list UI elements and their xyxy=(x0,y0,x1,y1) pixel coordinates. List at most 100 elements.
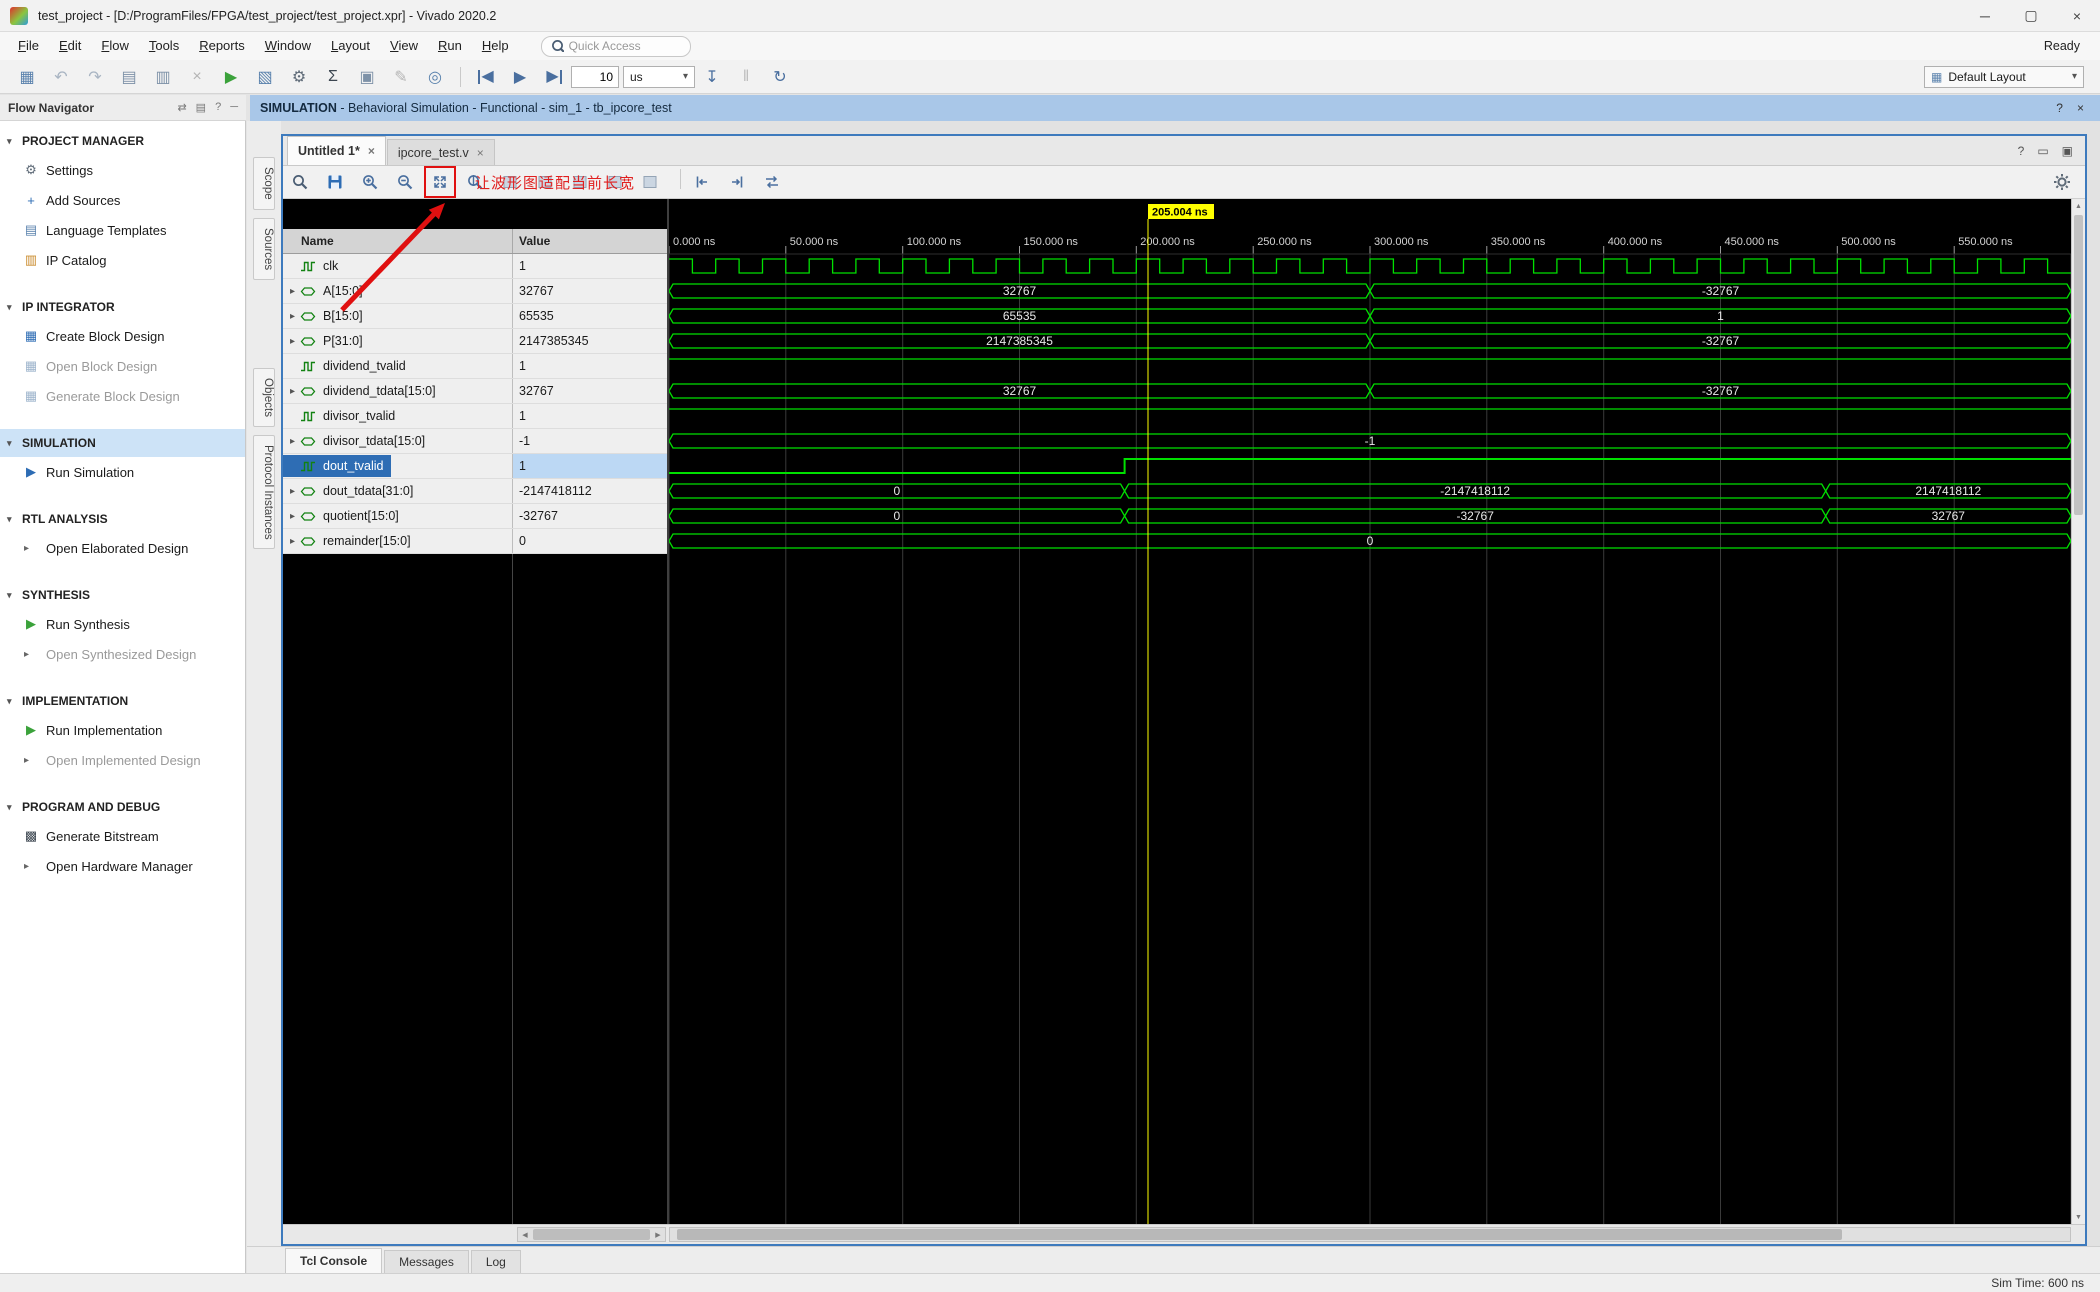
scroll-down-icon[interactable]: ▼ xyxy=(2072,1210,2085,1224)
flow-item-run-synthesis[interactable]: ▶ Run Synthesis xyxy=(0,609,245,639)
run-icon[interactable]: ▶ xyxy=(214,64,248,90)
layout-selector[interactable]: ▦ Default Layout ▾ xyxy=(1924,65,2084,88)
signal-row-dout-tdata-31-0[interactable]: ▸ dout_tdata[31:0] -2147418112 xyxy=(283,479,667,504)
expand-chevron-icon[interactable]: ▸ xyxy=(285,436,300,447)
menu-flow[interactable]: Flow xyxy=(91,32,138,60)
expand-chevron-icon[interactable]: ▸ xyxy=(285,386,300,397)
save-waveform-icon[interactable] xyxy=(322,169,348,195)
expand-chevron-icon[interactable]: ▸ xyxy=(285,311,300,322)
open-project-icon[interactable]: ▦ xyxy=(10,64,44,90)
flow-section-header-ip-integrator[interactable]: ▾ IP INTEGRATOR xyxy=(0,293,245,321)
editor-float-icon[interactable]: ▭ xyxy=(2037,144,2048,158)
flow-item-generate-bitstream[interactable]: ▩ Generate Bitstream xyxy=(0,821,245,851)
undo-icon[interactable]: ↶ xyxy=(44,64,78,90)
menu-file[interactable]: File xyxy=(8,32,49,60)
float-ruler-icon[interactable] xyxy=(637,169,663,195)
flow-item-run-simulation[interactable]: ▶ Run Simulation xyxy=(0,457,245,487)
menu-view[interactable]: View xyxy=(380,32,428,60)
menu-help[interactable]: Help xyxy=(472,32,519,60)
settings-gear-icon[interactable]: ⚙ xyxy=(282,64,316,90)
side-tab-objects[interactable]: Objects xyxy=(253,367,275,427)
edit-icon[interactable]: ✎ xyxy=(384,64,418,90)
flow-item-create-block-design[interactable]: ▦ Create Block Design xyxy=(0,321,245,351)
quick-access-search[interactable]: Quick Access xyxy=(540,35,691,57)
board-icon[interactable]: ▣ xyxy=(350,64,384,90)
flow-item-add-sources[interactable]: + Add Sources xyxy=(0,185,245,215)
scroll-right-icon[interactable]: ▶ xyxy=(651,1231,665,1239)
signal-row-dividend-tvalid[interactable]: dividend_tvalid 1 xyxy=(283,354,667,379)
pause-icon[interactable]: ‖ xyxy=(729,64,763,90)
menu-run[interactable]: Run xyxy=(428,32,472,60)
copy-icon[interactable]: ▤ xyxy=(112,64,146,90)
fn-collapse-icon[interactable]: ─ xyxy=(230,101,238,114)
flow-item-open-elaborated-design[interactable]: ▸ Open Elaborated Design xyxy=(0,533,245,563)
signal-row-dout-tvalid[interactable]: dout_tvalid 1 xyxy=(283,454,667,479)
console-tab-messages[interactable]: Messages xyxy=(384,1250,469,1273)
goto-first-transition-icon[interactable] xyxy=(689,169,715,195)
run-time-input[interactable] xyxy=(571,65,619,88)
editor-tab-untitled-1[interactable]: Untitled 1* × xyxy=(287,136,386,165)
table-horizontal-scrollbar[interactable]: ◀ ▶ xyxy=(517,1227,666,1242)
zoom-fit-icon[interactable] xyxy=(424,166,456,198)
signal-row-remainder-15-0[interactable]: ▸ remainder[15:0] 0 xyxy=(283,529,667,554)
scroll-up-icon[interactable]: ▲ xyxy=(2072,199,2085,213)
menu-reports[interactable]: Reports xyxy=(189,32,255,60)
close-button[interactable]: × xyxy=(2054,0,2100,32)
scroll-left-icon[interactable]: ◀ xyxy=(518,1231,532,1239)
fn-list-icon[interactable]: ▤ xyxy=(196,101,206,114)
swap-cursor-icon[interactable] xyxy=(759,169,785,195)
relaunch-icon[interactable]: ↻ xyxy=(763,64,797,90)
tab-close-icon[interactable]: × xyxy=(368,144,375,158)
flow-item-open-hardware-manager[interactable]: ▸ Open Hardware Manager xyxy=(0,851,245,881)
signal-row-p-31-0[interactable]: ▸ P[31:0] 2147385345 xyxy=(283,329,667,354)
signal-row-divisor-tvalid[interactable]: divisor_tvalid 1 xyxy=(283,404,667,429)
flow-item-run-implementation[interactable]: ▶ Run Implementation xyxy=(0,715,245,745)
flow-item-language-templates[interactable]: ▤ Language Templates xyxy=(0,215,245,245)
fn-help-icon[interactable]: ? xyxy=(215,101,221,114)
ctx-close-icon[interactable]: × xyxy=(2077,101,2084,115)
signal-row-b-15-0[interactable]: ▸ B[15:0] 65535 xyxy=(283,304,667,329)
wave-scrollbar-thumb[interactable] xyxy=(677,1229,1842,1240)
timing-icon[interactable]: ▧ xyxy=(248,64,282,90)
expand-chevron-icon[interactable]: ▸ xyxy=(285,286,300,297)
expand-chevron-icon[interactable]: ▸ xyxy=(285,511,300,522)
zoom-out-icon[interactable] xyxy=(392,169,418,195)
maximize-button[interactable]: ▢ xyxy=(2008,0,2054,32)
expand-chevron-icon[interactable]: ▸ xyxy=(285,486,300,497)
editor-help-icon[interactable]: ? xyxy=(2018,144,2025,158)
flow-section-header-rtl-analysis[interactable]: ▾ RTL ANALYSIS xyxy=(0,505,245,533)
delete-icon[interactable]: × xyxy=(180,64,214,90)
flow-item-settings[interactable]: ⚙ Settings xyxy=(0,155,245,185)
vertical-scrollbar-thumb[interactable] xyxy=(2074,215,2083,515)
console-tab-tcl-console[interactable]: Tcl Console xyxy=(285,1248,383,1273)
find-icon[interactable] xyxy=(287,169,313,195)
flow-section-header-simulation[interactable]: ▾ SIMULATION xyxy=(0,429,245,457)
probe-icon[interactable]: ◎ xyxy=(418,64,452,90)
fn-toggle-icon[interactable]: ⇄ xyxy=(177,101,186,114)
expand-chevron-icon[interactable]: ▸ xyxy=(285,536,300,547)
flow-section-header-implementation[interactable]: ▾ IMPLEMENTATION xyxy=(0,687,245,715)
side-tab-protocol-instances[interactable]: Protocol Instances xyxy=(253,434,275,550)
goto-last-transition-icon[interactable] xyxy=(724,169,750,195)
ctx-help-icon[interactable]: ? xyxy=(2056,101,2063,115)
paste-icon[interactable]: ▥ xyxy=(146,64,180,90)
editor-tab-ipcore-test-v[interactable]: ipcore_test.v × xyxy=(386,139,495,165)
menu-edit[interactable]: Edit xyxy=(49,32,91,60)
flow-section-header-synthesis[interactable]: ▾ SYNTHESIS xyxy=(0,581,245,609)
run-for-time-icon[interactable]: ▶ xyxy=(537,64,571,90)
name-column-header[interactable]: Name xyxy=(283,229,513,253)
side-tab-sources[interactable]: Sources xyxy=(253,217,275,280)
sigma-icon[interactable]: Σ xyxy=(316,64,350,90)
step-icon[interactable]: ↧ xyxy=(695,64,729,90)
run-all-icon[interactable]: ▶ xyxy=(503,64,537,90)
signal-row-quotient-15-0[interactable]: ▸ quotient[15:0] -32767 xyxy=(283,504,667,529)
console-tab-log[interactable]: Log xyxy=(470,1250,521,1273)
editor-maximize-icon[interactable]: ▣ xyxy=(2062,144,2073,158)
value-column-header[interactable]: Value xyxy=(513,229,667,253)
time-unit-select[interactable]: us ▾ xyxy=(623,65,695,88)
signal-row-dividend-tdata-15-0[interactable]: ▸ dividend_tdata[15:0] 32767 xyxy=(283,379,667,404)
table-scrollbar-thumb[interactable] xyxy=(533,1229,650,1240)
zoom-in-icon[interactable] xyxy=(357,169,383,195)
flow-section-header-project-manager[interactable]: ▾ PROJECT MANAGER xyxy=(0,127,245,155)
minimize-button[interactable]: ─ xyxy=(1962,0,2008,32)
